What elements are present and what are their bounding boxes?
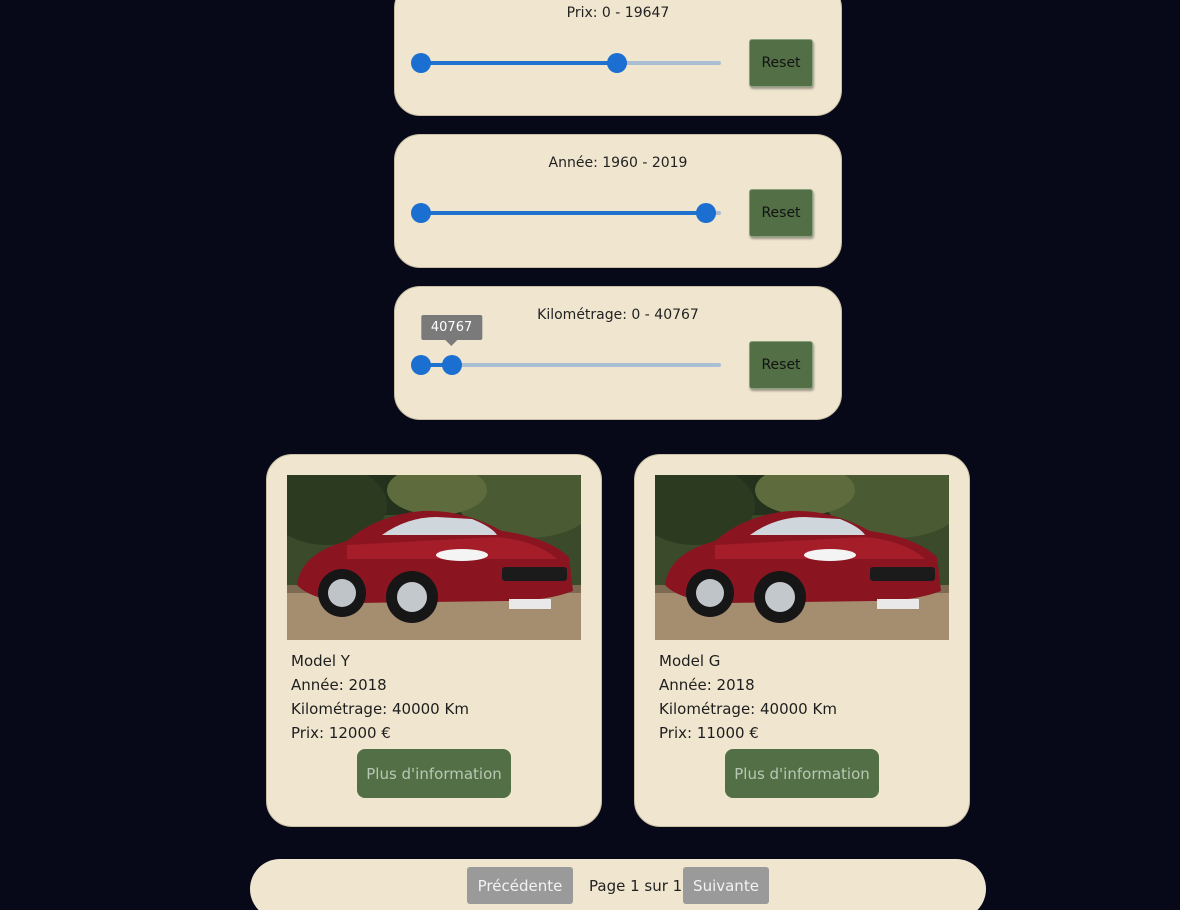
slider-min-thumb[interactable] [411,203,431,223]
car-mileage: Kilométrage: 40000 Km [659,700,837,718]
year-range-slider[interactable] [411,203,721,223]
price-filter-card: Prix: 0 - 19647 Reset [394,0,842,116]
car-info: Model Y Année: 2018 Kilométrage: 40000 K… [291,649,469,745]
car-card: Model G Année: 2018 Kilométrage: 40000 K… [634,454,970,827]
price-filter-title: Prix: 0 - 19647 [566,5,670,21]
slider-track [421,211,707,215]
slider-rail [421,363,721,367]
page-indicator: Page 1 sur 1 [589,877,683,895]
next-page-button[interactable]: Suivante [683,867,769,904]
car-photo [287,475,581,640]
slider-max-thumb[interactable] [696,203,717,223]
car-image [655,475,949,640]
mileage-range-slider[interactable]: 40767 [411,315,721,375]
pagination-bar: Précédente Page 1 sur 1 Suivante [250,859,986,910]
car-info: Model G Année: 2018 Kilométrage: 40000 K… [659,649,837,745]
car-year: Année: 2018 [659,676,755,694]
previous-page-button[interactable]: Précédente [467,867,573,904]
slider-max-thumb[interactable] [607,53,628,73]
price-range-slider[interactable] [411,53,721,73]
car-image [287,475,581,640]
car-mileage: Kilométrage: 40000 Km [291,700,469,718]
car-model: Model G [659,652,721,670]
car-year: Année: 2018 [291,676,387,694]
more-info-button[interactable]: Plus d'information [725,749,879,798]
price-reset-button[interactable]: Reset [749,39,813,87]
car-photo [655,475,949,640]
car-price: Prix: 12000 € [291,724,391,742]
slider-max-thumb[interactable] [441,355,462,375]
mileage-filter-card: Kilométrage: 0 - 40767 40767 Reset [394,286,842,420]
car-card: Model Y Année: 2018 Kilométrage: 40000 K… [266,454,602,827]
year-filter-card: Année: 1960 - 2019 Reset [394,134,842,268]
slider-min-thumb[interactable] [411,355,431,375]
page: Prix: 0 - 19647 Reset Année: 1960 - 2019… [0,0,1180,910]
year-reset-button[interactable]: Reset [749,189,813,237]
year-filter-title: Année: 1960 - 2019 [548,155,688,171]
car-price: Prix: 11000 € [659,724,759,742]
slider-value-tooltip: 40767 [420,315,483,346]
more-info-button[interactable]: Plus d'information [357,749,511,798]
mileage-reset-button[interactable]: Reset [749,341,813,389]
slider-min-thumb[interactable] [411,53,431,73]
slider-track [421,61,618,65]
car-model: Model Y [291,652,350,670]
